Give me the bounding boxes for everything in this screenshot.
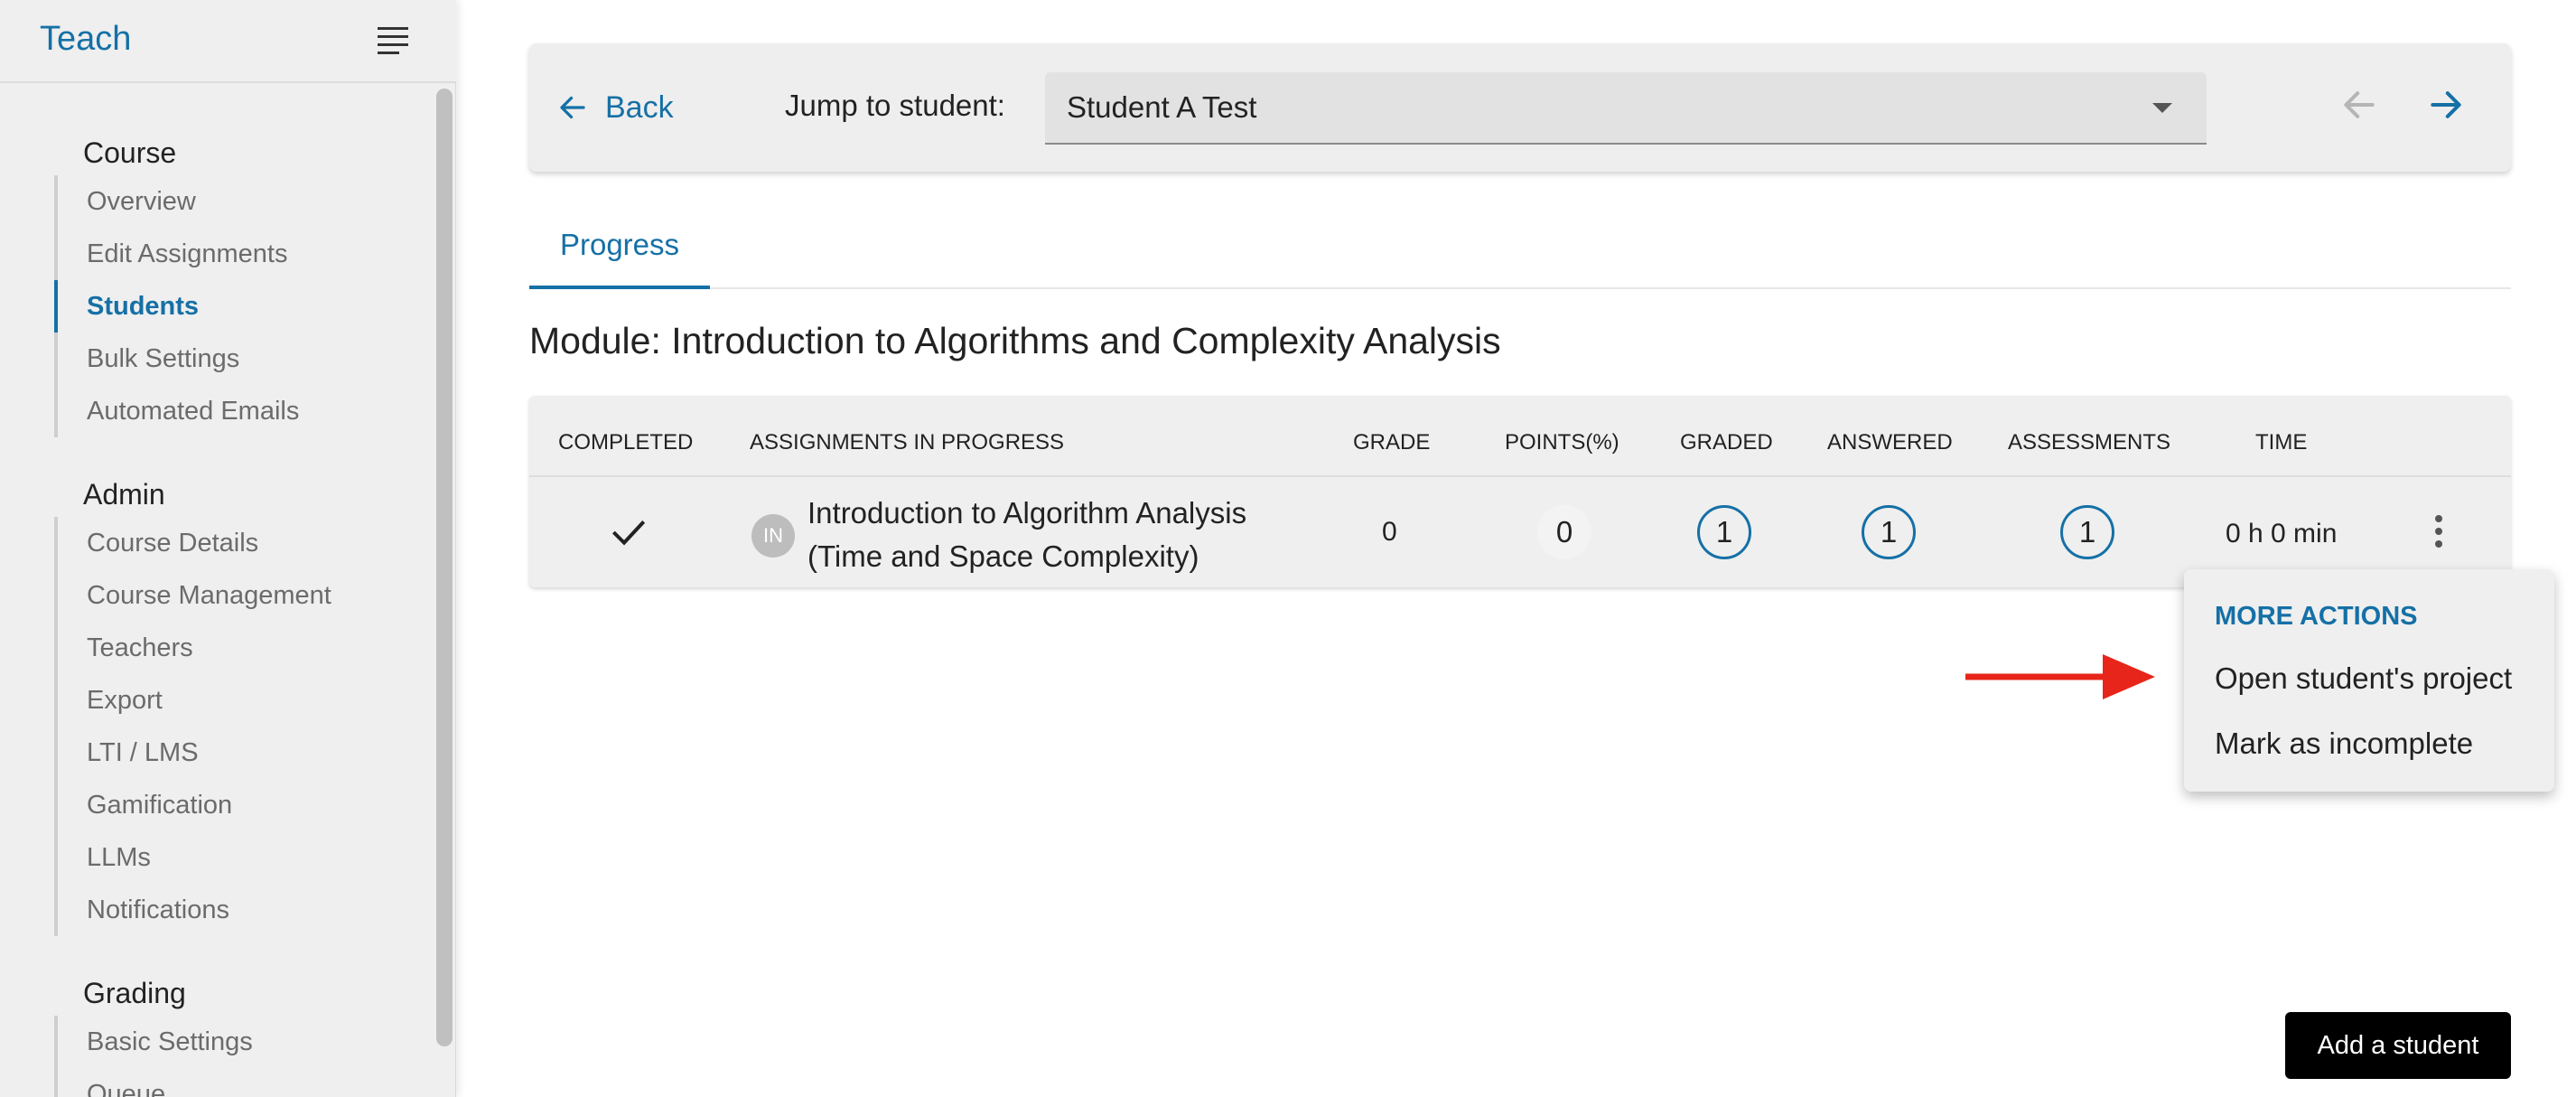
more-actions-menu: MORE ACTIONS Open student's project Mark… <box>2184 569 2554 792</box>
nav-section-grading: Grading Basic Settings Queue <box>54 970 253 1097</box>
menu-heading: MORE ACTIONS <box>2215 602 2418 631</box>
header-answered: Answered <box>1827 430 1953 455</box>
add-student-button[interactable]: Add a student <box>2285 1012 2511 1079</box>
sidebar-item-export[interactable]: Export <box>87 674 331 727</box>
sidebar-header: Teach <box>0 0 456 83</box>
header-points: Points(%) <box>1505 430 1619 455</box>
points-value: 0 <box>1537 505 1591 559</box>
nav-heading-grading: Grading <box>83 977 186 1009</box>
menu-item-open-project[interactable]: Open student's project <box>2215 661 2512 696</box>
menu-icon[interactable] <box>378 27 408 54</box>
tab-bar: Progress <box>529 206 2511 289</box>
header-assessments: Assessments <box>2008 430 2171 455</box>
sidebar-item-automated-emails[interactable]: Automated Emails <box>87 385 299 437</box>
arrow-left-icon <box>560 96 585 119</box>
jump-to-student-label: Jump to student: <box>785 89 1005 122</box>
student-toolbar: Back Jump to student: Student A Test <box>529 43 2511 172</box>
sidebar-item-bulk-settings[interactable]: Bulk Settings <box>87 333 299 385</box>
next-student-arrow-icon[interactable] <box>2426 85 2466 125</box>
answered-count[interactable]: 1 <box>1862 505 1916 559</box>
progress-table: Completed Assignments in progress Grade … <box>529 396 2511 587</box>
nav-section-admin: Admin Course Details Course Management T… <box>54 472 331 936</box>
sidebar-item-lti-lms[interactable]: LTI / LMS <box>87 727 331 779</box>
sidebar-item-llms[interactable]: LLMs <box>87 831 331 884</box>
more-actions-kebab-icon[interactable] <box>2428 515 2450 551</box>
caret-down-icon <box>2152 103 2172 113</box>
nav-heading-course: Course <box>83 136 177 169</box>
header-grade: Grade <box>1353 430 1431 455</box>
sidebar-item-edit-assignments[interactable]: Edit Assignments <box>87 228 299 280</box>
assignment-avatar: IN <box>751 514 795 558</box>
sidebar-item-course-management[interactable]: Course Management <box>87 569 331 622</box>
selected-student: Student A Test <box>1067 90 1257 124</box>
sidebar-item-queue[interactable]: Queue <box>87 1068 253 1097</box>
module-title: Module: Introduction to Algorithms and C… <box>529 320 1501 361</box>
table-header: Completed Assignments in progress Grade … <box>529 396 2511 477</box>
time-value: 0 h 0 min <box>2226 519 2338 548</box>
sidebar-item-overview[interactable]: Overview <box>87 175 299 228</box>
previous-student-arrow-icon[interactable] <box>2339 85 2379 125</box>
tab-progress[interactable]: Progress <box>529 206 710 289</box>
back-button[interactable]: Back <box>556 85 674 130</box>
nav-heading-admin: Admin <box>83 478 165 511</box>
sidebar-item-teachers[interactable]: Teachers <box>87 622 331 674</box>
sidebar-item-notifications[interactable]: Notifications <box>87 884 331 936</box>
brand-link[interactable]: Teach <box>40 20 131 59</box>
red-arrow-annotation-icon <box>1965 654 2155 699</box>
sidebar-item-basic-settings[interactable]: Basic Settings <box>87 1016 253 1068</box>
assignment-name-line2: (Time and Space Complexity) <box>807 539 1199 573</box>
grade-value: 0 <box>1382 517 1397 547</box>
sidebar-item-course-details[interactable]: Course Details <box>87 517 331 569</box>
header-time: Time <box>2255 430 2308 455</box>
header-graded: Graded <box>1680 430 1773 455</box>
check-icon <box>611 520 646 546</box>
menu-item-mark-incomplete[interactable]: Mark as incomplete <box>2215 727 2473 761</box>
nav-section-course: Course Overview Edit Assignments Student… <box>53 130 299 437</box>
assignment-name[interactable]: Introduction to Algorithm Analysis (Time… <box>807 492 1313 578</box>
sidebar-scrollbar[interactable] <box>436 89 453 1046</box>
graded-count[interactable]: 1 <box>1697 505 1751 559</box>
student-select[interactable]: Student A Test <box>1045 72 2207 145</box>
sidebar-item-students[interactable]: Students <box>53 280 299 333</box>
sidebar-item-gamification[interactable]: Gamification <box>87 779 331 831</box>
assignment-name-line1: Introduction to Algorithm Analysis <box>807 496 1247 530</box>
header-completed: Completed <box>558 430 694 455</box>
sidebar: Teach Course Overview Edit Assignments S… <box>0 0 456 1097</box>
back-label: Back <box>605 89 674 125</box>
assessments-count[interactable]: 1 <box>2060 505 2114 559</box>
header-assignments: Assignments in progress <box>750 430 1065 455</box>
